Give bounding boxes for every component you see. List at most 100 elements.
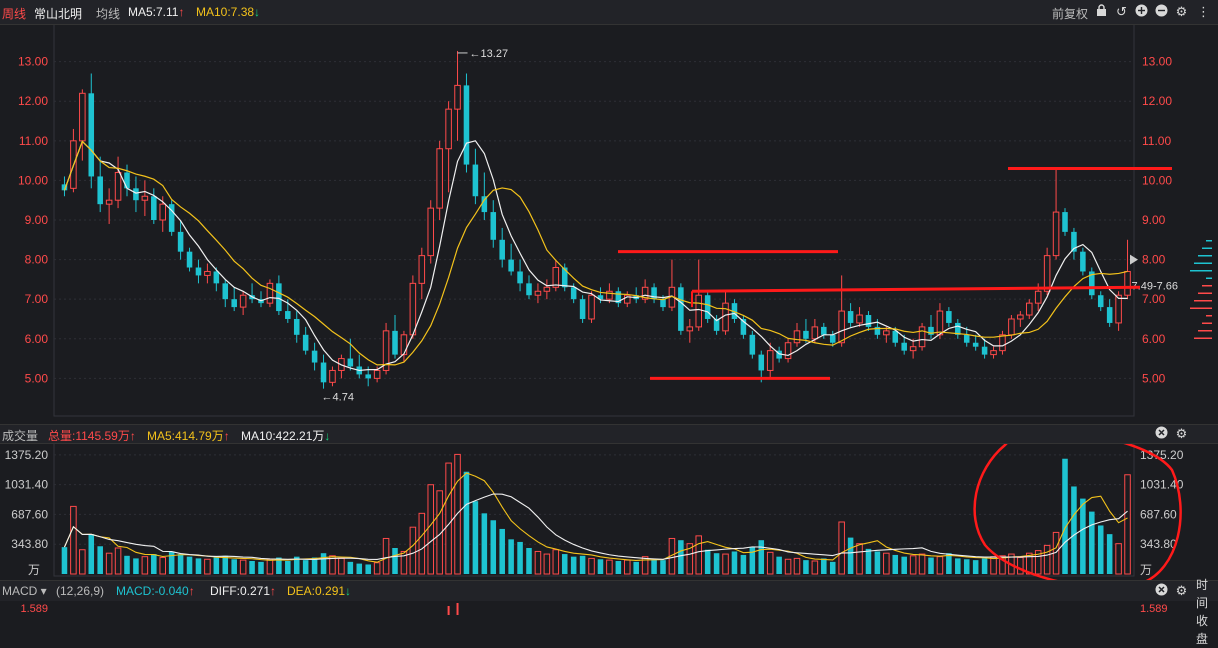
volume-bar-down xyxy=(526,548,532,574)
volume-bar-down xyxy=(151,554,157,574)
macd-header: MACD ▾ (12,26,9) MACD:-0.040↑ DIFF:0.271… xyxy=(0,580,1218,601)
candle-body-down xyxy=(499,239,505,260)
volume-unit-right: 万 xyxy=(1140,563,1152,577)
depth-tick xyxy=(1190,270,1212,272)
undo-icon[interactable]: ↺ xyxy=(1114,4,1129,19)
candle-body-down xyxy=(1106,307,1113,323)
candle-body-down xyxy=(1097,295,1104,308)
volume-bar-up xyxy=(918,553,926,575)
candle-body-up xyxy=(400,334,408,356)
volume-bar-down xyxy=(124,555,130,574)
candle-body-up xyxy=(436,148,443,209)
candle-body-down xyxy=(231,299,237,308)
volume-bar-down xyxy=(713,553,720,574)
volume-header: 成交量 总量:1145.59万↑ MA5:414.79万↑ MA10:422.2… xyxy=(0,424,1218,444)
volume-bar-down xyxy=(311,557,318,574)
volume-ma10-line xyxy=(63,493,1128,560)
macd-axis-top-right: 1.589 xyxy=(1140,603,1168,615)
volume-bar-down xyxy=(213,557,220,574)
candle-body-down xyxy=(579,299,586,319)
close-macd-icon[interactable] xyxy=(1154,583,1169,598)
candle-body-down xyxy=(133,188,139,201)
candle-body-up xyxy=(329,369,336,383)
volume-bar-down xyxy=(829,561,836,574)
candle-body-down xyxy=(963,334,970,343)
candle-body-down xyxy=(946,311,952,323)
zoom-out-icon[interactable] xyxy=(1154,4,1169,19)
volume-bar-down xyxy=(61,547,68,574)
volume-bar-down xyxy=(463,471,470,574)
volume-ma-lines xyxy=(63,472,1128,563)
zoom-in-icon[interactable] xyxy=(1134,4,1149,19)
volume-bar-down xyxy=(320,553,327,574)
volume-title: 成交量 xyxy=(2,429,39,443)
macd-selector[interactable]: MACD ▾ xyxy=(2,584,47,598)
volume-bar-up xyxy=(204,558,211,575)
candle-body-up xyxy=(427,207,435,257)
volume-settings-gear-icon[interactable]: ⚙ xyxy=(1174,426,1189,441)
candle-body-up xyxy=(409,282,417,336)
volume-bar-down xyxy=(1071,486,1077,574)
price-tick-label-left: 13.00 xyxy=(18,55,48,69)
price-tick-label-left: 8.00 xyxy=(25,253,49,267)
volume-bar-up xyxy=(338,557,345,575)
macd-bars: 1.589 1.589 xyxy=(20,603,1168,615)
volume-ma5: MA5:414.79万↑ xyxy=(147,429,230,443)
adjust-selector[interactable]: 前复权 xyxy=(1052,5,1088,22)
volume-bar-down xyxy=(392,548,398,574)
settings-gear-icon[interactable]: ⚙ xyxy=(1174,4,1189,19)
volume-bar-down xyxy=(222,555,229,574)
candle-body-up xyxy=(1034,290,1042,304)
candle-body-up xyxy=(373,369,381,379)
ma5-readout: MA5:7.11↑ xyxy=(128,5,185,19)
macd-bar xyxy=(447,606,450,615)
volume-bar-down xyxy=(847,537,854,574)
more-icon[interactable]: ⋮ xyxy=(1196,4,1211,19)
price-axis-left: 13.00 12.00 11.00 10.00 9.00 8.00 7.00 6.00 5.00 xyxy=(18,55,48,386)
volume-bar-up xyxy=(70,505,77,575)
candle-body-up xyxy=(883,330,890,336)
lock-icon[interactable] xyxy=(1094,4,1109,19)
volume-bar-up xyxy=(114,547,122,575)
volume-bar-up xyxy=(909,555,917,575)
candle-body-up xyxy=(766,350,774,371)
volume-bar-down xyxy=(731,551,738,574)
candle-body-down xyxy=(186,251,193,268)
volume-bar-down xyxy=(472,501,479,574)
volume-bar-down xyxy=(97,546,103,574)
dea-value: DEA:0.291↓ xyxy=(287,584,352,598)
volume-bar-up xyxy=(534,550,542,575)
volume-bar-down xyxy=(88,534,95,574)
candle-body-up xyxy=(1052,211,1060,257)
volume-bar-down xyxy=(776,556,782,574)
high-price-label: ←13.27 xyxy=(470,48,509,60)
candle-body-up xyxy=(454,84,461,110)
volume-bar-up xyxy=(766,551,774,575)
period-label[interactable]: 周线 xyxy=(2,5,26,22)
volume-bar-down xyxy=(1089,511,1095,574)
candle-body-down xyxy=(195,267,202,276)
volume-bar-up xyxy=(427,484,435,575)
volume-bar-down xyxy=(508,539,514,574)
close-volume-icon[interactable] xyxy=(1154,426,1169,441)
macd-params: (12,26,9) xyxy=(56,584,105,598)
price-tick-label-left: 11.00 xyxy=(19,134,48,148)
volume-bar-up xyxy=(722,553,729,575)
volume-bar-up xyxy=(552,549,560,575)
price-tick-label-right: 5.00 xyxy=(1142,371,1166,385)
kline-chart: 13.00 12.00 11.00 10.00 9.00 8.00 7.00 6.00 5.00… xyxy=(5,23,1212,615)
depth-tick xyxy=(1202,322,1212,324)
candle-body-down xyxy=(1080,251,1086,272)
volume-ma10: MA10:422.21万↓ xyxy=(241,429,331,443)
candle-body-down xyxy=(320,362,327,383)
macd-settings-gear-icon[interactable]: ⚙ xyxy=(1174,583,1189,598)
candle-body-down xyxy=(508,259,514,272)
candle-body-up xyxy=(606,290,613,300)
volume-bar-down xyxy=(597,559,604,574)
candle-body-up xyxy=(856,314,863,324)
ma-toggle[interactable]: 均线 xyxy=(96,5,120,22)
candle-body-up xyxy=(445,108,452,150)
candle-body-down xyxy=(847,311,854,323)
candle-body-down xyxy=(222,283,229,300)
depth-tick xyxy=(1198,255,1212,257)
